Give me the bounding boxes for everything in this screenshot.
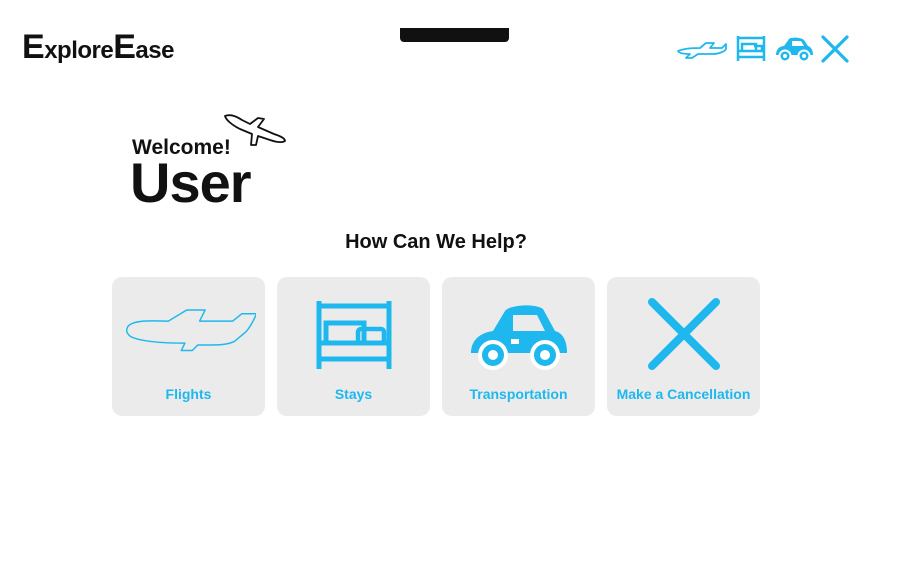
app-logo[interactable]: ExploreEase [22, 30, 174, 64]
close-icon [821, 35, 849, 63]
bed-icon [736, 36, 766, 61]
logo-text: xplore [44, 37, 114, 64]
cancellation-card[interactable]: Make a Cancellation [607, 277, 760, 416]
card-label: Transportation [469, 386, 568, 402]
help-heading: How Can We Help? [345, 231, 527, 253]
nav-stays-icon[interactable] [734, 34, 768, 64]
logo-letter: E [113, 28, 136, 66]
card-label: Stays [334, 386, 373, 402]
app-screen: ExploreEase Welcome! User How Can We Hel… [0, 0, 900, 567]
card-label: Flights [165, 386, 212, 402]
card-label: Make a Cancellation [616, 386, 751, 402]
nav-flights-icon[interactable] [676, 36, 728, 62]
service-cards: Flights Stays Transportation Make a Canc… [112, 277, 760, 416]
nav-transportation-icon[interactable] [774, 35, 814, 63]
top-nav [676, 34, 850, 64]
close-icon [607, 297, 760, 371]
flights-card[interactable]: Flights [112, 277, 265, 416]
plane-icon [677, 42, 727, 59]
nav-cancellation-icon[interactable] [820, 34, 850, 64]
logo-text: ase [135, 37, 174, 64]
bed-icon [277, 299, 430, 371]
stays-card[interactable]: Stays [277, 277, 430, 416]
car-icon [776, 37, 813, 63]
plane-icon [112, 295, 265, 355]
device-notch [400, 28, 509, 42]
plane-icon [222, 112, 288, 153]
logo-letter: E [22, 28, 45, 66]
car-icon [442, 301, 595, 373]
transportation-card[interactable]: Transportation [442, 277, 595, 416]
user-name: User [130, 151, 252, 214]
